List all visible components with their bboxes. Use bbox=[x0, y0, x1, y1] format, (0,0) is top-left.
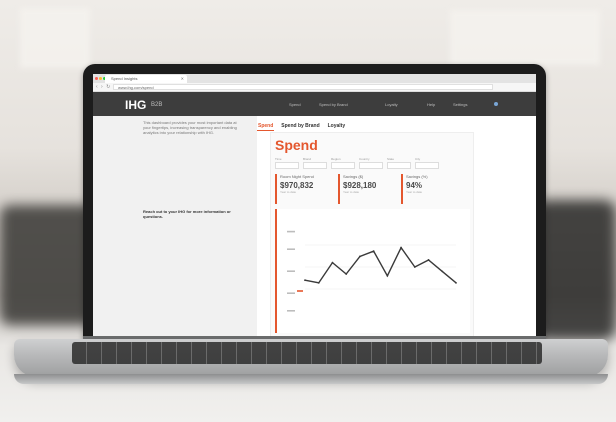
filter-select[interactable] bbox=[415, 162, 439, 169]
filter-select[interactable] bbox=[359, 162, 383, 169]
data-point[interactable] bbox=[372, 250, 375, 253]
spend-panel: Spend Time Brand Region Country State Ci… bbox=[270, 132, 474, 336]
filter-select[interactable] bbox=[303, 162, 327, 169]
filter-brand[interactable]: Brand bbox=[303, 157, 327, 169]
chair-blur bbox=[535, 200, 616, 340]
browser-tab-title: Spend Insights bbox=[111, 76, 138, 81]
nav-item-help[interactable]: Help bbox=[427, 102, 435, 107]
filter-row: Time Brand Region Country State City bbox=[275, 157, 439, 169]
nav-item-spend[interactable]: Spend bbox=[289, 102, 301, 107]
intro-text: This dashboard provides your most import… bbox=[143, 120, 237, 135]
close-icon[interactable]: ✕ bbox=[181, 75, 184, 83]
filter-region[interactable]: Region bbox=[331, 157, 355, 169]
data-point[interactable] bbox=[400, 246, 402, 249]
data-point[interactable] bbox=[304, 279, 306, 282]
logo-sub: B2B bbox=[151, 102, 163, 108]
data-point[interactable] bbox=[441, 270, 444, 273]
data-point[interactable] bbox=[359, 255, 361, 258]
data-point[interactable] bbox=[345, 273, 348, 275]
kpi-sub: Year to date bbox=[343, 190, 360, 194]
app-header: IHG B2B Spend Spend by Brand Loyalty Hel… bbox=[93, 92, 536, 116]
data-point[interactable] bbox=[455, 281, 457, 284]
filter-label: Time bbox=[275, 157, 282, 161]
tab-loyalty[interactable]: Loyalty bbox=[327, 123, 347, 131]
data-point[interactable] bbox=[317, 281, 320, 284]
y-tick bbox=[287, 230, 295, 233]
y-tick bbox=[287, 292, 295, 294]
filter-label: Brand bbox=[303, 157, 312, 161]
address-bar: ‹ › ↻ www.ihg.com/spend bbox=[93, 83, 536, 92]
data-point[interactable] bbox=[386, 274, 389, 277]
subtab-bar: Spend Spend by Brand Loyalty bbox=[257, 123, 346, 131]
window-blur bbox=[20, 8, 90, 68]
laptop-screen: Spend Insights ✕ ‹ › ↻ www.ihg.com/spend… bbox=[93, 74, 536, 336]
filter-state[interactable]: State bbox=[387, 157, 411, 169]
kpi-value: $928,180 bbox=[343, 181, 377, 190]
browser-tab[interactable]: Spend Insights ✕ bbox=[105, 75, 187, 83]
url-field[interactable]: www.ihg.com/spend bbox=[113, 84, 493, 90]
nav-item-spend-by-brand[interactable]: Spend by Brand bbox=[319, 102, 348, 107]
nav-arrows-icon[interactable]: ‹ › ↻ bbox=[96, 83, 111, 91]
minimize-dot-icon[interactable] bbox=[99, 77, 102, 80]
kpi-room-night-spend: Room Night Spend $970,832 Year to date bbox=[275, 174, 333, 204]
keyboard bbox=[72, 342, 542, 364]
nav-item-loyalty[interactable]: Loyalty bbox=[385, 102, 398, 107]
filter-label: State bbox=[387, 157, 395, 161]
y-tick bbox=[287, 248, 295, 250]
kpi-row: Room Night Spend $970,832 Year to date S… bbox=[275, 174, 459, 204]
series-line bbox=[304, 246, 457, 284]
spend-chart bbox=[275, 209, 470, 333]
filter-label: Country bbox=[359, 157, 370, 161]
close-dot-icon[interactable] bbox=[95, 77, 98, 80]
kpi-value: $970,832 bbox=[280, 181, 314, 190]
dashboard: Spend Spend by Brand Loyalty Spend Time … bbox=[257, 116, 536, 336]
data-point[interactable] bbox=[331, 261, 334, 264]
data-point[interactable] bbox=[413, 266, 416, 268]
tab-spend-by-brand[interactable]: Spend by Brand bbox=[280, 123, 320, 131]
filter-city[interactable]: City bbox=[415, 157, 439, 169]
ihg-logo[interactable]: IHG bbox=[125, 98, 146, 112]
reach-out-text: Reach out to your IHG for more informati… bbox=[143, 209, 231, 219]
window-blur bbox=[450, 10, 600, 65]
panel-title: Spend bbox=[275, 137, 318, 153]
data-point[interactable] bbox=[427, 259, 430, 261]
laptop-front bbox=[14, 374, 608, 384]
y-tick bbox=[287, 310, 295, 312]
line-chart-svg bbox=[287, 230, 457, 312]
filter-select[interactable] bbox=[387, 162, 411, 169]
user-icon[interactable] bbox=[494, 102, 498, 106]
y-tick bbox=[287, 270, 295, 272]
filter-country[interactable]: Country bbox=[359, 157, 383, 169]
filter-time[interactable]: Time bbox=[275, 157, 299, 169]
tab-spend[interactable]: Spend bbox=[257, 123, 275, 131]
filter-select[interactable] bbox=[331, 162, 355, 169]
kpi-sub: Year to date bbox=[280, 190, 297, 194]
kpi-sub: Year to date bbox=[406, 190, 423, 194]
nav-item-settings[interactable]: Settings bbox=[453, 102, 467, 107]
kpi-label: Savings ($) bbox=[343, 174, 364, 179]
browser-tab-bar: Spend Insights ✕ bbox=[93, 74, 536, 83]
kpi-savings-dollars: Savings ($) $928,180 Year to date bbox=[338, 174, 396, 204]
filter-select[interactable] bbox=[275, 162, 299, 169]
filter-label: Region bbox=[331, 157, 341, 161]
chair-blur bbox=[0, 205, 95, 325]
accent-marker bbox=[297, 290, 303, 292]
filter-label: City bbox=[415, 157, 421, 161]
left-panel: This dashboard provides your most import… bbox=[93, 116, 257, 336]
kpi-label: Savings (%) bbox=[406, 174, 428, 179]
kpi-savings-percent: Savings (%) 94% Year to date bbox=[401, 174, 459, 204]
kpi-label: Room Night Spend bbox=[280, 174, 314, 179]
kpi-value: 94% bbox=[406, 181, 423, 190]
